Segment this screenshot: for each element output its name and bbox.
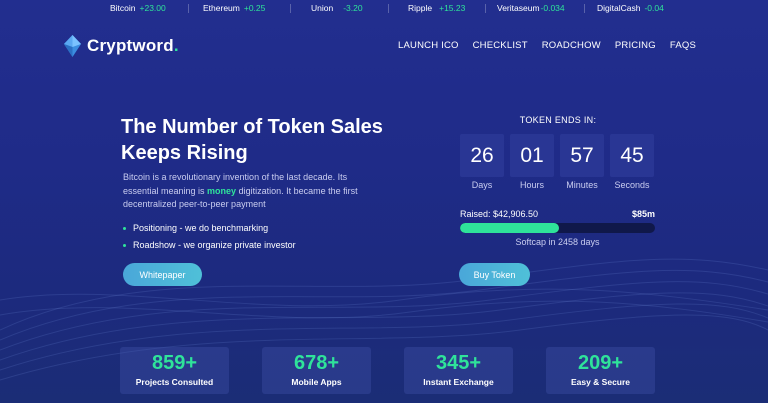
hero-highlight: money (207, 185, 237, 196)
countdown-value: 01 (510, 134, 554, 177)
countdown-value: 26 (460, 134, 504, 177)
brand-name: Cryptword. (87, 36, 179, 56)
ticker-divider (188, 4, 189, 13)
bullet-dot-icon (123, 227, 126, 230)
ticker-change: -3.20 (343, 3, 363, 13)
raise-goal: $85m (631, 209, 655, 219)
brand-dot: . (173, 36, 179, 55)
ticker-change: +23.00 (139, 3, 166, 13)
stat-label: Instant Exchange (423, 377, 494, 387)
nav-pricing[interactable]: PRICING (615, 40, 656, 51)
bullet-text: Positioning - we do benchmarking (133, 223, 269, 233)
stat-label: Mobile Apps (291, 377, 342, 387)
token-ends-title: TOKEN ENDS IN: (519, 115, 597, 125)
countdown-label: Days (471, 180, 493, 190)
countdown-minutes: 57 Minutes (560, 134, 604, 190)
countdown-label: Seconds (614, 180, 650, 190)
bullet-dot-icon (123, 244, 126, 247)
ticker-divider (290, 4, 291, 13)
stat-card: 209+ Easy & Secure (546, 347, 655, 394)
ticker-item: DigitalCash -0.04 (597, 0, 664, 17)
nav-checklist[interactable]: CHECKLIST (473, 40, 528, 51)
bullet-text: Roadshow - we organize private investor (133, 240, 296, 250)
ticker-change: +0.25 (243, 3, 266, 13)
hero-bullets: Positioning - we do benchmarking Roadsho… (123, 220, 296, 254)
nav-launch-ico[interactable]: LAUNCH ICO (398, 40, 459, 51)
stat-value: 209+ (577, 352, 624, 374)
stat-label: Easy & Secure (570, 377, 631, 387)
ticker-divider (584, 4, 585, 13)
ticker-item: Ripple +15.23 (408, 0, 465, 17)
buy-token-button[interactable]: Buy Token (459, 263, 530, 286)
ticker-item: Union -3.20 (311, 0, 363, 17)
ticker-item: Bitcoin +23.00 (110, 0, 166, 17)
ticker-name: Ripple (408, 3, 433, 13)
ticker-name: DigitalCash (597, 3, 641, 13)
countdown-value: 45 (610, 134, 654, 177)
main-nav: LAUNCH ICO CHECKLIST ROADCHOW PRICING FA… (398, 40, 696, 51)
price-ticker: Bitcoin +23.00 Ethereum +0.25 Union -3.20 R… (0, 0, 768, 17)
ticker-change: +15.23 (439, 3, 466, 13)
countdown-label: Hours (519, 180, 544, 190)
softcap-text: Softcap in 2458 days (515, 237, 600, 247)
brand-logo[interactable]: Cryptword. (64, 34, 179, 58)
stat-label: Projects Consulted (135, 377, 214, 387)
ticker-name: Bitcoin (110, 3, 136, 13)
nav-roadchow[interactable]: ROADCHOW (542, 40, 601, 51)
raise-progress-bar (460, 223, 655, 233)
bullet-item: Roadshow - we organize private investor (123, 237, 296, 254)
brand-name-text: Cryptword (87, 36, 174, 55)
ticker-divider (388, 4, 389, 13)
raised-amount: Raised: $42,906.50 (460, 209, 539, 219)
nav-faqs[interactable]: FAQS (670, 40, 696, 51)
countdown-value: 57 (560, 134, 604, 177)
bullet-item: Positioning - we do benchmarking (123, 220, 296, 237)
whitepaper-button[interactable]: Whitepaper (123, 263, 202, 286)
ticker-change: -0.04 (644, 3, 664, 13)
hero-title: The Number of Token Sales Keeps Rising (121, 116, 383, 164)
hero-description: Bitcoin is a revolutionary invention of … (123, 171, 381, 212)
countdown-label: Minutes (566, 180, 598, 190)
stat-card: 859+ Projects Consulted (120, 347, 229, 394)
ticker-name: Veritaseum (497, 3, 540, 13)
stat-value: 859+ (151, 352, 198, 374)
countdown-days: 26 Days (460, 134, 504, 190)
countdown-seconds: 45 Seconds (610, 134, 654, 190)
stat-value: 345+ (435, 352, 482, 374)
ticker-divider (485, 4, 486, 13)
countdown-hours: 01 Hours (510, 134, 554, 190)
ticker-change: -0.034 (540, 3, 565, 13)
ticker-item: Veritaseum-0.034 (497, 0, 565, 17)
background-waves (0, 258, 768, 381)
ticker-name: Ethereum (203, 3, 240, 13)
raise-progress-fill (460, 223, 560, 233)
stat-card: 345+ Instant Exchange (404, 347, 513, 394)
ticker-item: Ethereum +0.25 (203, 0, 265, 17)
ticker-name: Union (311, 3, 334, 13)
stat-card: 678+ Mobile Apps (262, 347, 371, 394)
diamond-logo-icon (64, 35, 81, 57)
stat-value: 678+ (293, 352, 340, 374)
